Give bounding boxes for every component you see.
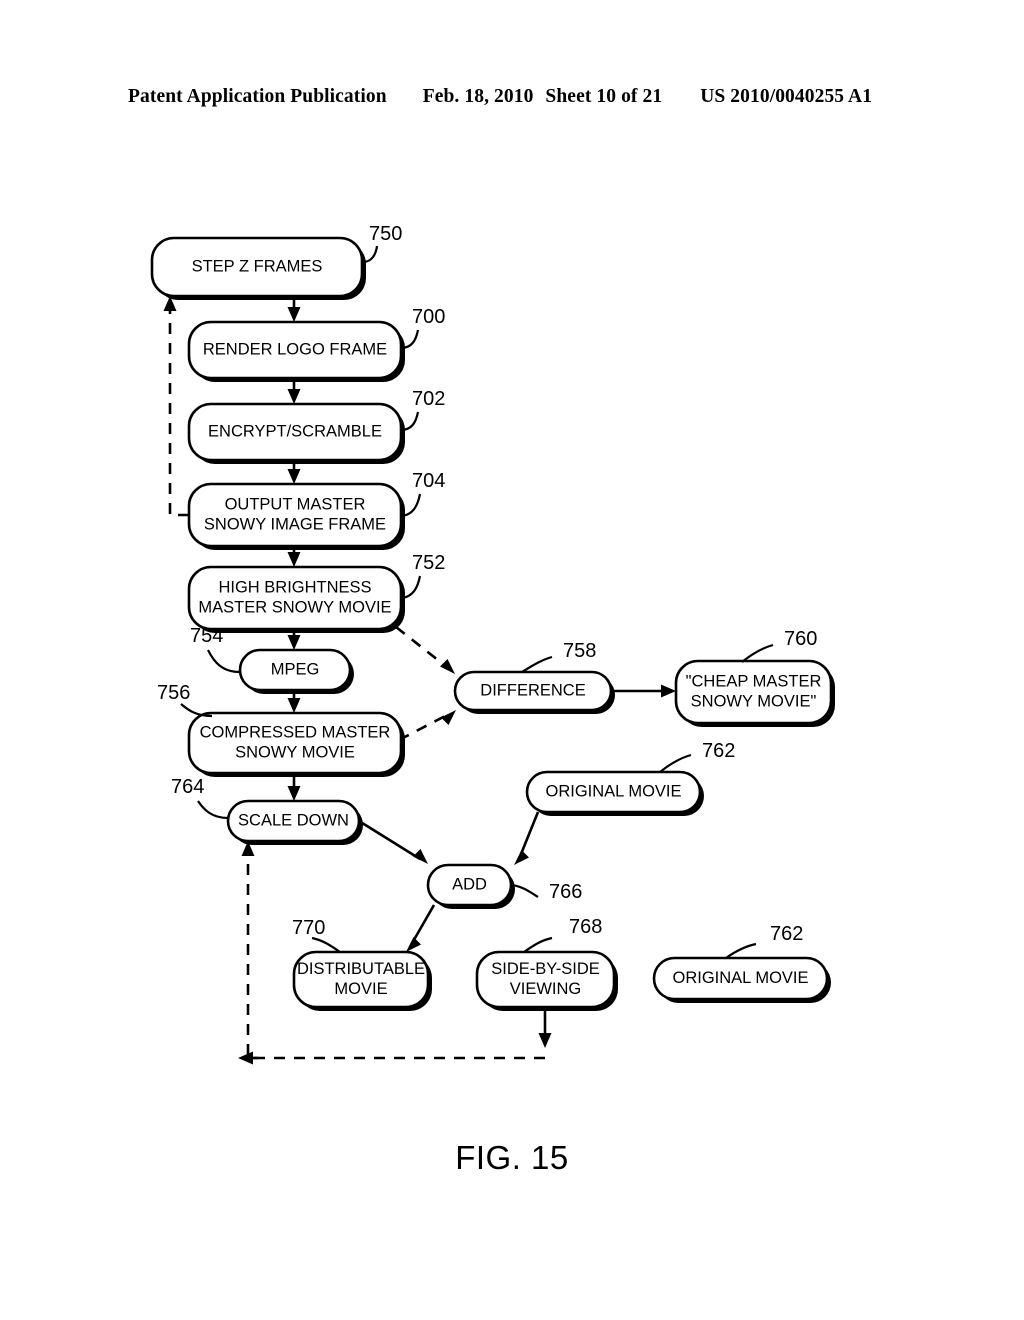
flow-node-label: SNOWY MOVIE xyxy=(235,743,355,761)
flow-node-label: VIEWING xyxy=(510,980,582,998)
flow-node-label: ORIGINAL MOVIE xyxy=(546,782,682,800)
flow-node-label: MOVIE xyxy=(334,980,387,998)
flow-node-label: MPEG xyxy=(271,660,320,678)
flow-edge-e14 xyxy=(406,904,436,952)
reference-numeral-text: 770 xyxy=(292,917,325,939)
flow-node-side-by-side-viewing[interactable]: SIDE-BY-SIDE VIEWING xyxy=(475,950,618,1011)
reference-numeral-text: 756 xyxy=(157,682,190,704)
flow-node-label: SIDE-BY-SIDE xyxy=(491,960,600,978)
flow-edge-e9 xyxy=(395,625,455,674)
reference-numeral-700-1: 700 xyxy=(400,306,445,350)
flow-node-original-movie[interactable]: ORIGINAL MOVIE xyxy=(652,956,831,1003)
reference-numeral-text: 762 xyxy=(702,740,735,762)
flow-node-compressed-master-snowy-movie[interactable]: COMPRESSED MASTER SNOWY MOVIE xyxy=(187,711,405,777)
flow-edge-e12 xyxy=(358,819,428,864)
flow-node-step-z-frames[interactable]: STEP Z FRAMES xyxy=(150,236,366,300)
flow-node-label: ENCRYPT/SCRAMBLE xyxy=(208,422,382,440)
flow-node-cheap-master-snowy-movie[interactable]: "CHEAP MASTER SNOWY MOVIE" xyxy=(674,659,835,727)
reference-numeral-752-4: 752 xyxy=(400,552,445,600)
reference-numeral-762-9: 762 xyxy=(659,740,735,773)
flow-node-label: SCALE DOWN xyxy=(238,811,349,829)
flow-edge-e7 xyxy=(287,773,301,801)
reference-numeral-756-6: 756 xyxy=(157,682,213,718)
flow-node-original-movie[interactable]: ORIGINAL MOVIE xyxy=(525,770,704,816)
flow-node-high-brightness-master-snowy-movie[interactable]: HIGH BRIGHTNESS MASTER SNOWY MOVIE xyxy=(187,565,405,633)
flow-node-label: DISTRIBUTABLE xyxy=(297,960,425,978)
flow-node-label: ORIGINAL MOVIE xyxy=(673,969,809,987)
flow-node-label: OUTPUT MASTER xyxy=(225,495,366,513)
reference-numeral-text: 750 xyxy=(369,223,402,245)
flow-node-label: HIGH BRIGHTNESS xyxy=(218,578,371,596)
reference-numeral-770-12: 770 xyxy=(292,917,341,953)
reference-numeral-702-2: 702 xyxy=(400,388,445,432)
flow-node-render-logo-frame[interactable]: RENDER LOGO FRAME xyxy=(187,320,405,382)
flow-node-add[interactable]: ADD xyxy=(426,863,515,909)
reference-numeral-704-3: 704 xyxy=(400,470,445,518)
reference-numeral-text: 758 xyxy=(563,640,596,662)
reference-numeral-text: 702 xyxy=(412,388,445,410)
flow-node-mpeg[interactable]: MPEG xyxy=(238,648,354,694)
reference-numeral-text: 764 xyxy=(171,776,204,798)
flow-node-scale-down[interactable]: SCALE DOWN xyxy=(226,799,363,845)
reference-numeral-text: 760 xyxy=(784,628,817,650)
flow-node-label: SNOWY MOVIE" xyxy=(691,692,817,710)
flow-edge-e8 xyxy=(163,296,189,517)
flow-node-label: SNOWY IMAGE FRAME xyxy=(204,515,386,533)
reference-numeral-text: 762 xyxy=(770,923,803,945)
reference-numeral-766-11: 766 xyxy=(510,881,582,903)
reference-numeral-758-7: 758 xyxy=(521,640,596,673)
flow-node-label: ADD xyxy=(452,875,487,893)
reference-numeral-750-0: 750 xyxy=(362,223,402,264)
reference-numeral-764-10: 764 xyxy=(171,776,229,820)
reference-numeral-text: 704 xyxy=(412,470,445,492)
reference-numeral-760-8: 760 xyxy=(741,628,817,663)
flow-node-output-master-snowy-image-frame[interactable]: OUTPUT MASTER SNOWY IMAGE FRAME xyxy=(187,482,405,550)
reference-numeral-text: 766 xyxy=(549,881,582,903)
flowchart-node-layer: STEP Z FRAMES RENDER LOGO FRAME ENCRYPT/SC… xyxy=(150,236,835,1011)
flow-node-distributable-movie[interactable]: DISTRIBUTABLE MOVIE xyxy=(292,950,432,1011)
reference-numeral-768-13: 768 xyxy=(523,916,602,953)
flow-edge-e10 xyxy=(398,710,456,742)
flow-node-label: STEP Z FRAMES xyxy=(192,257,323,275)
reference-numeral-text: 754 xyxy=(190,625,223,647)
flow-edge-e11 xyxy=(611,684,676,698)
figure-caption: FIG. 15 xyxy=(455,1139,569,1176)
flowchart-figure: STEP Z FRAMES RENDER LOGO FRAME ENCRYPT/SC… xyxy=(150,223,835,1065)
reference-numeral-762-14: 762 xyxy=(725,923,803,959)
reference-numeral-text: 752 xyxy=(412,552,445,574)
reference-numeral-text: 700 xyxy=(412,306,445,328)
flow-node-label: MASTER SNOWY MOVIE xyxy=(198,598,391,616)
reference-numeral-text: 768 xyxy=(569,916,602,938)
flow-node-label: RENDER LOGO FRAME xyxy=(203,340,387,358)
flow-node-encrypt-scramble[interactable]: ENCRYPT/SCRAMBLE xyxy=(187,402,405,464)
flow-node-label: COMPRESSED MASTER xyxy=(200,723,391,741)
flow-node-label: "CHEAP MASTER xyxy=(686,672,822,690)
flow-node-difference[interactable]: DIFFERENCE xyxy=(453,670,615,714)
flow-edge-e13 xyxy=(514,811,540,865)
patent-drawing-page: Patent Application Publication Feb. 18, … xyxy=(0,0,1024,1320)
flow-edge-e15 xyxy=(538,1007,552,1048)
flow-node-label: DIFFERENCE xyxy=(480,681,585,699)
